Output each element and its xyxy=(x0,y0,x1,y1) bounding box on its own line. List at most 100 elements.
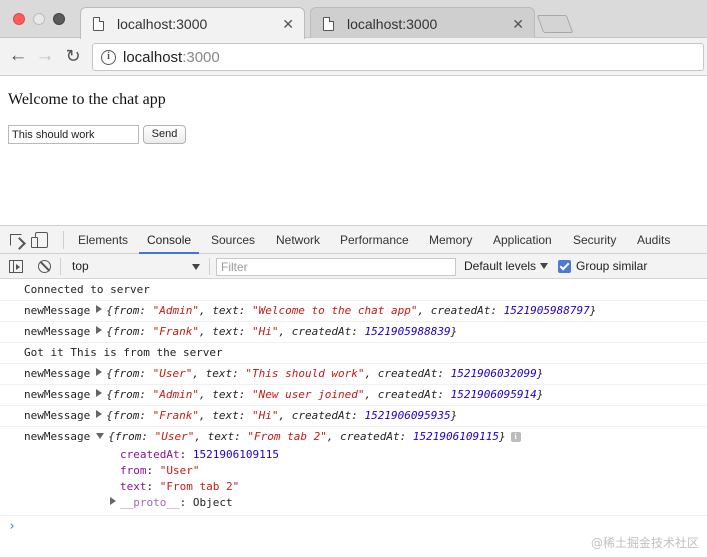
context-selector[interactable]: top xyxy=(68,257,206,276)
obj-text: "From tab 2" xyxy=(247,430,327,443)
log-object[interactable]: {from: "User", text: "From tab 2", creat… xyxy=(108,430,505,443)
site-info-icon[interactable]: i xyxy=(101,50,116,65)
obj-from: "User" xyxy=(152,367,193,380)
maximize-window-button[interactable] xyxy=(53,13,65,25)
log-prefix: newMessage xyxy=(24,367,91,380)
prop-value: "User" xyxy=(159,464,200,477)
chevron-down-icon xyxy=(192,264,200,270)
expand-triangle-icon[interactable] xyxy=(110,497,116,505)
log-text: Got it This is from the server xyxy=(24,346,223,359)
obj-from: "Frank" xyxy=(152,409,199,422)
object-proto[interactable]: __proto__: Object xyxy=(24,495,707,511)
log-object[interactable]: {from: "Frank", text: "Hi", createdAt: 1… xyxy=(106,409,457,422)
tab-console[interactable]: Console xyxy=(139,226,200,254)
tab-close-icon[interactable]: ✕ xyxy=(512,8,524,40)
send-button[interactable]: Send xyxy=(143,125,186,144)
obj-created-at: 1521906095914 xyxy=(450,388,537,401)
console-log-line[interactable]: newMessage {from: "Admin", text: "New use… xyxy=(0,385,707,406)
prop-value: 1521906109115 xyxy=(192,448,279,461)
page-icon xyxy=(93,17,104,31)
obj-from: "Admin" xyxy=(152,388,199,401)
filter-input[interactable] xyxy=(216,258,456,276)
address-bar[interactable]: i localhost:3000 xyxy=(92,43,704,71)
prop-value: "From tab 2" xyxy=(159,480,240,493)
log-levels-dropdown[interactable]: Default levels xyxy=(464,257,549,276)
devtools-tab-bar: Elements Console Sources Network Perform… xyxy=(0,226,707,254)
forward-arrow-icon[interactable]: → xyxy=(34,45,56,67)
url-port: :3000 xyxy=(182,49,220,66)
log-text: Connected to server xyxy=(24,283,150,296)
log-prefix: newMessage xyxy=(24,325,91,338)
toolbar-divider xyxy=(60,258,61,275)
prop-key: createdAt xyxy=(120,448,180,461)
tab-close-icon[interactable]: ✕ xyxy=(282,8,294,40)
console-log-line[interactable]: newMessage {from: "Frank", text: "Hi", cr… xyxy=(0,406,707,427)
expand-triangle-icon[interactable] xyxy=(96,368,103,376)
clear-console-icon[interactable] xyxy=(38,260,51,273)
browser-tab-active[interactable]: localhost:3000 ✕ xyxy=(80,7,305,39)
tab-audits[interactable]: Audits xyxy=(637,226,670,254)
tab-elements[interactable]: Elements xyxy=(78,226,128,254)
obj-text: "Hi" xyxy=(251,409,279,422)
console-log-line[interactable]: newMessage {from: "User", text: "This sho… xyxy=(0,364,707,385)
minimize-window-button[interactable] xyxy=(33,13,45,25)
back-arrow-icon[interactable]: ← xyxy=(7,45,29,67)
console-log-line: Got it This is from the server xyxy=(0,343,707,364)
url-text[interactable]: localhost:3000 xyxy=(123,48,220,67)
log-prefix: newMessage xyxy=(24,388,91,401)
expand-triangle-icon[interactable] xyxy=(96,389,103,397)
log-prefix: newMessage xyxy=(24,409,91,422)
obj-from: "Frank" xyxy=(152,325,199,338)
obj-from: "User" xyxy=(154,430,195,443)
watermark: @稀土掘金技术社区 xyxy=(590,536,699,550)
show-sidebar-icon[interactable] xyxy=(9,260,23,273)
expand-triangle-icon[interactable] xyxy=(96,326,103,334)
page-title: Welcome to the chat app xyxy=(8,91,166,108)
object-property: createdAt: 1521906109115 xyxy=(120,448,279,461)
console-log-line[interactable]: newMessage {from: "Frank", text: "Hi", cr… xyxy=(0,322,707,343)
tab-sources[interactable]: Sources xyxy=(211,226,255,254)
toolbar-divider xyxy=(209,258,210,275)
group-similar-checkbox[interactable] xyxy=(558,260,571,273)
tab-network[interactable]: Network xyxy=(276,226,320,254)
tab-security[interactable]: Security xyxy=(573,226,616,254)
url-host: localhost xyxy=(123,49,183,66)
log-object[interactable]: {from: "Admin", text: "Welcome to the ch… xyxy=(106,304,596,317)
expand-triangle-icon[interactable] xyxy=(96,410,103,418)
prop-key: from xyxy=(120,464,147,477)
expand-triangle-icon[interactable] xyxy=(96,305,103,313)
obj-created-at: 1521906109115 xyxy=(412,430,500,443)
reload-icon[interactable]: ↻ xyxy=(62,45,84,67)
info-icon[interactable]: i xyxy=(510,432,521,442)
console-toolbar: top Default levels Group similar xyxy=(0,254,707,279)
page-icon xyxy=(323,17,334,31)
log-prefix: newMessage xyxy=(24,304,91,317)
page-content: Welcome to the chat app Send xyxy=(0,77,707,225)
obj-text: "New user joined" xyxy=(251,388,365,401)
browser-toolbar: ← → ↻ i localhost:3000 xyxy=(0,38,707,76)
close-window-button[interactable] xyxy=(13,13,25,25)
prop-key: text xyxy=(120,480,147,493)
log-object[interactable]: {from: "Frank", text: "Hi", createdAt: 1… xyxy=(106,325,457,338)
tab-title: localhost:3000 xyxy=(347,16,438,32)
console-log-expanded[interactable]: newMessage {from: "User", text: "From tab… xyxy=(0,427,707,516)
device-toolbar-icon[interactable] xyxy=(31,232,48,248)
log-object[interactable]: {from: "Admin", text: "New user joined",… xyxy=(106,388,543,401)
inspect-element-icon[interactable] xyxy=(10,234,22,246)
new-tab-button[interactable] xyxy=(536,15,574,33)
devtools-panel: Elements Console Sources Network Perform… xyxy=(0,225,707,557)
chevron-down-icon xyxy=(540,263,549,269)
tab-performance[interactable]: Performance xyxy=(340,226,409,254)
collapse-triangle-icon[interactable] xyxy=(96,433,105,439)
console-log-line[interactable]: newMessage {from: "Admin", text: "Welcome… xyxy=(0,301,707,322)
group-similar-label: Group similar xyxy=(576,259,648,273)
log-object[interactable]: {from: "User", text: "This should work",… xyxy=(106,367,543,380)
tab-application[interactable]: Application xyxy=(493,226,552,254)
proto-key: __proto__ xyxy=(120,496,180,509)
tab-memory[interactable]: Memory xyxy=(429,226,472,254)
browser-tab-strip: localhost:3000 ✕ localhost:3000 ✕ xyxy=(0,0,707,39)
message-input[interactable] xyxy=(8,125,139,144)
obj-text: "This should work" xyxy=(245,367,365,380)
browser-tab-inactive[interactable]: localhost:3000 ✕ xyxy=(310,7,535,39)
obj-text: "Welcome to the chat app" xyxy=(251,304,418,317)
